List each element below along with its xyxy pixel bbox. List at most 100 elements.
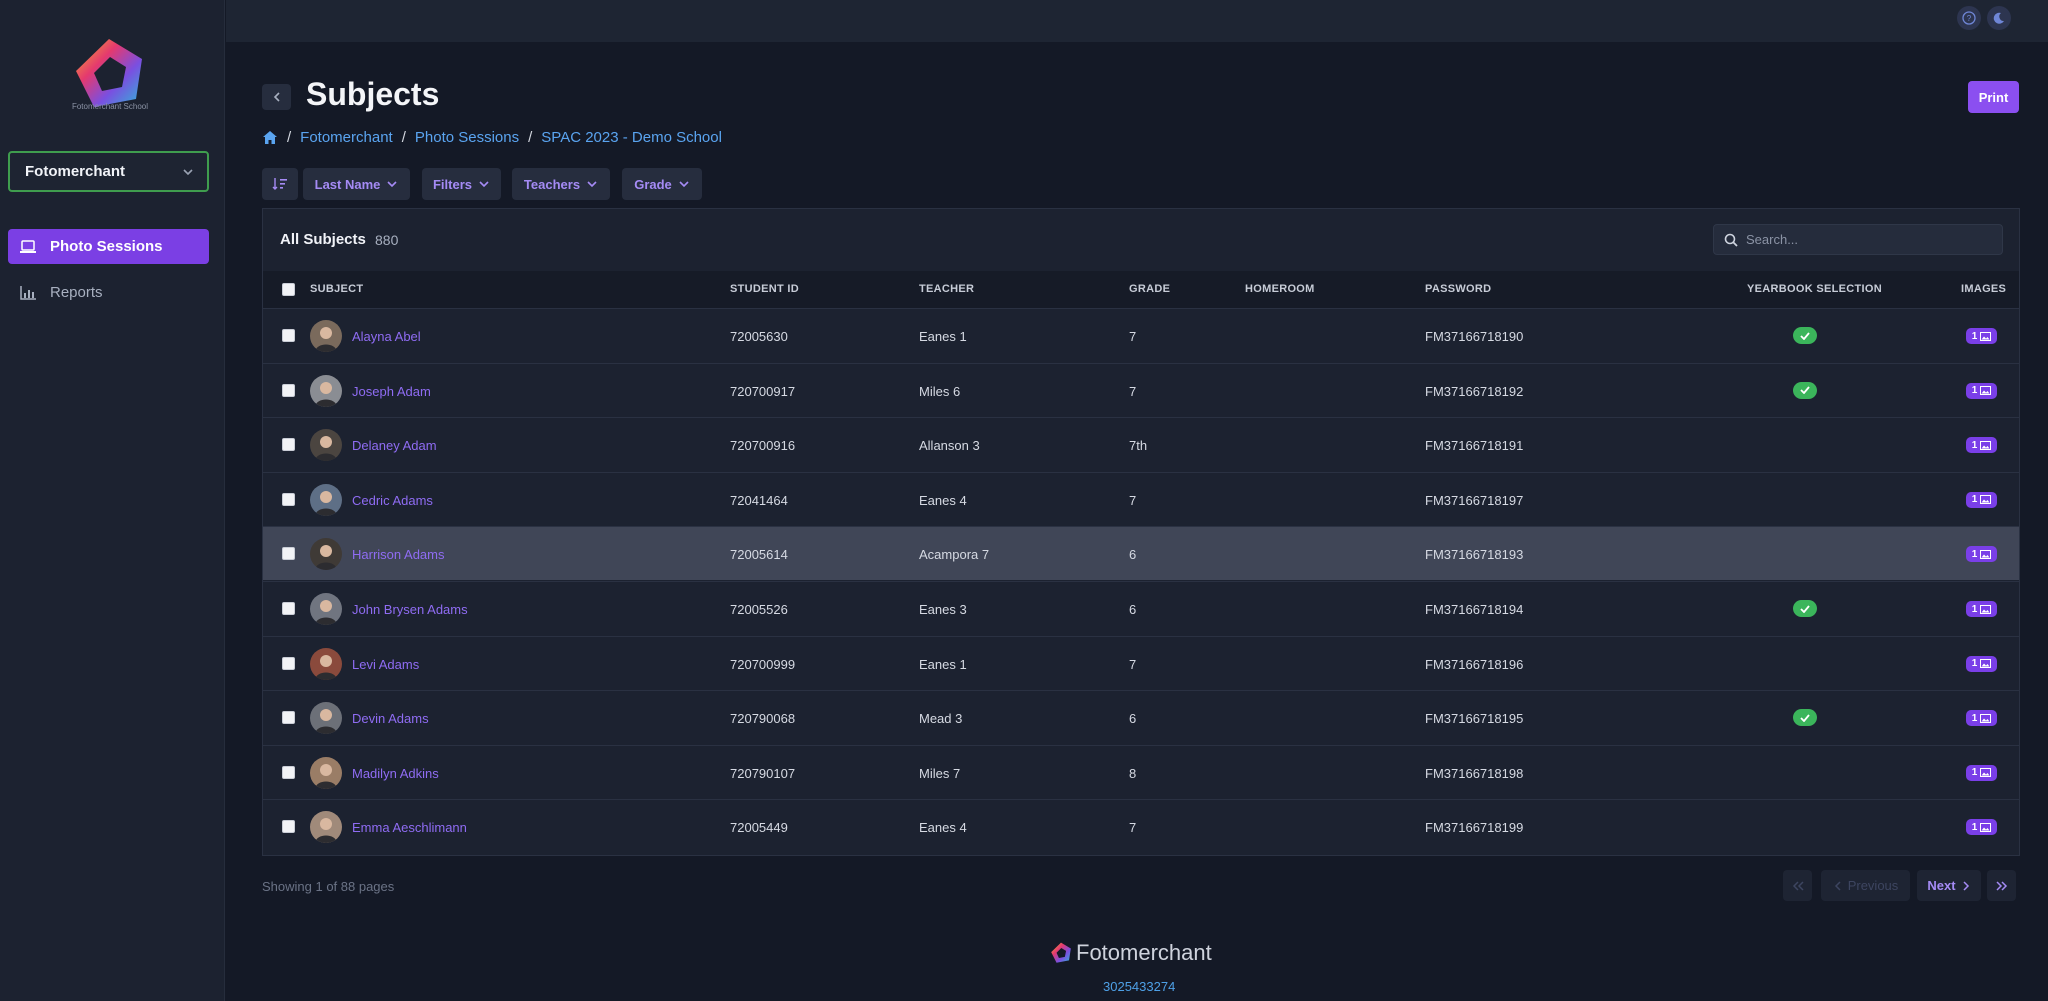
- filters-label: Filters: [432, 176, 472, 192]
- back-button[interactable]: [262, 84, 291, 110]
- column-homeroom[interactable]: HOMEROOM: [1245, 283, 1315, 295]
- images-badge[interactable]: 1: [1966, 546, 1997, 563]
- sidebar-item-photo-sessions[interactable]: Photo Sessions: [8, 229, 209, 264]
- row-checkbox[interactable]: [282, 492, 295, 506]
- column-images[interactable]: IMAGES: [1961, 283, 2006, 295]
- row-checkbox[interactable]: [282, 383, 295, 397]
- checkmark-icon: [1800, 604, 1810, 613]
- image-icon: [1980, 604, 1992, 614]
- images-badge[interactable]: 1: [1966, 491, 1997, 508]
- row-checkbox[interactable]: [282, 711, 295, 725]
- next-page-button[interactable]: Next: [1917, 870, 1981, 901]
- last-page-button[interactable]: [1987, 870, 2016, 901]
- table-row[interactable]: John Brysen Adams 72005526 Eanes 3 6 FM37166…: [263, 581, 2019, 635]
- subject-name[interactable]: Alayna Abel: [352, 329, 421, 344]
- bar-chart-icon: [20, 285, 36, 300]
- row-checkbox[interactable]: [282, 656, 295, 670]
- subject-name[interactable]: Harrison Adams: [352, 547, 444, 562]
- images-badge[interactable]: 1: [1966, 764, 1997, 781]
- image-icon: [1980, 822, 1992, 832]
- subject-name[interactable]: Devin Adams: [352, 711, 429, 726]
- table-row[interactable]: Harrison Adams 72005614 Acampora 7 6 FM37166…: [263, 526, 2019, 581]
- footer-phone[interactable]: 3025433274: [1103, 979, 1175, 994]
- table-row[interactable]: Emma Aeschlimann 72005449 Eanes 4 7 FM371667…: [263, 799, 2019, 853]
- subject-name[interactable]: Cedric Adams: [352, 493, 433, 508]
- teacher: Eanes 4: [919, 820, 967, 836]
- sort-direction-button[interactable]: [262, 168, 298, 200]
- image-icon: [1980, 768, 1992, 778]
- subject-name[interactable]: John Brysen Adams: [352, 602, 468, 617]
- subject-name[interactable]: Levi Adams: [352, 657, 419, 672]
- teacher: Eanes 4: [919, 492, 967, 508]
- images-badge[interactable]: 1: [1966, 710, 1997, 727]
- help-icon: ?: [1962, 11, 1976, 25]
- column-teacher[interactable]: TEACHER: [919, 283, 974, 295]
- grade-label: Grade: [634, 176, 672, 192]
- row-checkbox[interactable]: [282, 602, 295, 615]
- select-all-checkbox[interactable]: [282, 283, 295, 296]
- images-badge[interactable]: 1: [1966, 437, 1997, 454]
- images-badge[interactable]: 1: [1966, 819, 1997, 836]
- print-button[interactable]: Print: [1968, 81, 2019, 113]
- teachers-dropdown[interactable]: Teachers: [512, 168, 610, 200]
- table-row[interactable]: Delaney Adam 720700916 Allanson 3 7th FM3716…: [263, 417, 2019, 471]
- table-row[interactable]: Cedric Adams 72041464 Eanes 4 7 FM3716671819…: [263, 471, 2019, 526]
- teachers-label: Teachers: [523, 176, 581, 192]
- checkmark-icon: [1800, 386, 1810, 395]
- row-checkbox[interactable]: [282, 820, 295, 834]
- chevron-down-icon: [387, 181, 397, 188]
- search-input[interactable]: [1746, 232, 1986, 247]
- sort-field-dropdown[interactable]: Last Name: [303, 168, 410, 200]
- sidebar-item-reports[interactable]: Reports: [8, 275, 209, 310]
- table-row[interactable]: Alayna Abel 72005630 Eanes 1 7 FM37166718190…: [263, 308, 2019, 362]
- images-badge[interactable]: 1: [1966, 601, 1997, 617]
- subject-name[interactable]: Emma Aeschlimann: [352, 820, 467, 835]
- breadcrumb-session[interactable]: SPAC 2023 - Demo School: [541, 129, 722, 146]
- yearbook-selected-badge: [1793, 327, 1817, 344]
- column-yearbook-selection[interactable]: YEARBOOK SELECTION: [1747, 283, 1882, 295]
- column-grade[interactable]: GRADE: [1129, 283, 1170, 295]
- image-icon: [1980, 659, 1992, 669]
- yearbook-selected-badge: [1793, 381, 1817, 399]
- column-password[interactable]: PASSWORD: [1425, 283, 1491, 295]
- help-button[interactable]: ?: [1957, 6, 1981, 30]
- table-row[interactable]: Devin Adams 720790068 Mead 3 6 FM37166718195…: [263, 690, 2019, 744]
- row-checkbox[interactable]: [282, 329, 295, 342]
- student-id: 72005526: [730, 602, 788, 617]
- subject-name[interactable]: Joseph Adam: [352, 384, 431, 399]
- table-row[interactable]: Levi Adams 720700999 Eanes 1 7 FM37166718196…: [263, 635, 2019, 690]
- double-chevron-right-icon: [1995, 880, 2007, 891]
- image-count: 1: [1971, 494, 1978, 506]
- row-checkbox[interactable]: [282, 547, 295, 561]
- filters-dropdown[interactable]: Filters: [422, 168, 501, 200]
- grade: 7: [1129, 820, 1137, 836]
- table-row[interactable]: Madilyn Adkins 720790107 Miles 7 8 FM3716671…: [263, 744, 2019, 799]
- row-checkbox[interactable]: [282, 765, 295, 779]
- subject-name[interactable]: Madilyn Adkins: [352, 766, 439, 781]
- image-count: 1: [1971, 658, 1978, 670]
- table-header: SUBJECT STUDENT ID TEACHER GRADE HOMEROO…: [263, 271, 2019, 308]
- images-badge[interactable]: 1: [1966, 328, 1997, 344]
- organization-selector[interactable]: Fotomerchant: [8, 151, 209, 192]
- column-student-id[interactable]: STUDENT ID: [730, 283, 799, 295]
- row-checkbox[interactable]: [282, 438, 295, 452]
- home-icon[interactable]: [262, 130, 278, 145]
- column-subject[interactable]: SUBJECT: [310, 283, 363, 295]
- table-row[interactable]: Joseph Adam 720700917 Miles 6 7 FM3716671819…: [263, 362, 2019, 417]
- breadcrumb-photo-sessions[interactable]: Photo Sessions: [415, 129, 519, 146]
- grade: 7: [1129, 329, 1137, 344]
- dark-mode-toggle[interactable]: [1987, 6, 2011, 30]
- teacher: Eanes 1: [919, 329, 967, 344]
- previous-page-button[interactable]: Previous: [1821, 870, 1910, 901]
- grade: 8: [1129, 765, 1137, 781]
- person-photo-icon: [315, 654, 337, 680]
- moon-icon: [1993, 12, 2004, 24]
- grade-dropdown[interactable]: Grade: [622, 168, 702, 200]
- first-page-button[interactable]: [1783, 870, 1812, 901]
- breadcrumb-fotomerchant[interactable]: Fotomerchant: [300, 129, 393, 146]
- search-box[interactable]: [1713, 224, 2003, 255]
- chevron-down-icon: [587, 181, 597, 188]
- subject-name[interactable]: Delaney Adam: [352, 438, 437, 453]
- images-badge[interactable]: 1: [1966, 382, 1997, 399]
- images-badge[interactable]: 1: [1966, 655, 1997, 672]
